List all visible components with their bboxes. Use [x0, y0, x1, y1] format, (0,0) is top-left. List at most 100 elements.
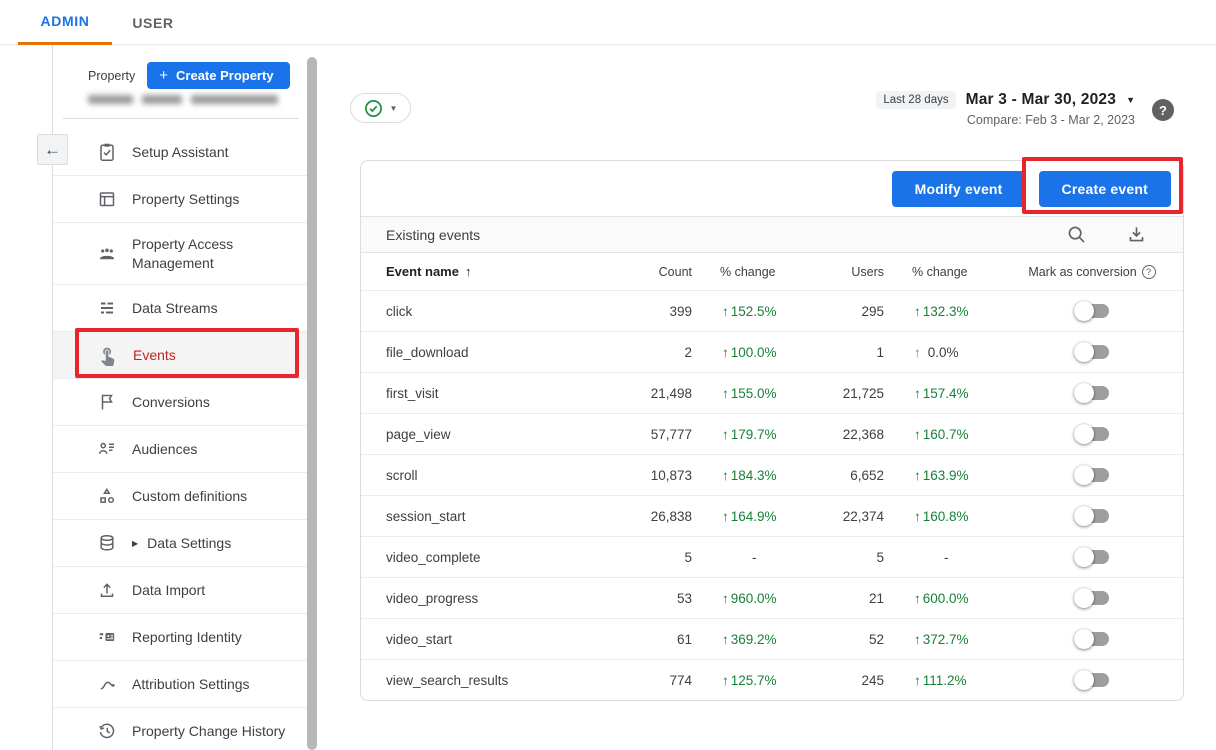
- table-row[interactable]: page_view 57,777 ↑179.7% 22,368 ↑160.7%: [361, 413, 1183, 454]
- table-row[interactable]: first_visit 21,498 ↑155.0% 21,725 ↑157.4…: [361, 372, 1183, 413]
- conversion-toggle[interactable]: [1074, 547, 1110, 567]
- up-arrow-icon: ↑: [914, 386, 921, 401]
- conversion-toggle[interactable]: [1074, 424, 1110, 444]
- collapse-panel-button[interactable]: ←: [37, 134, 68, 165]
- divider: [63, 118, 299, 119]
- event-name-cell: video_complete: [386, 550, 636, 565]
- sidebar-item-data-streams[interactable]: Data Streams: [53, 285, 307, 332]
- table-row[interactable]: video_progress 53 ↑960.0% 21 ↑600.0%: [361, 577, 1183, 618]
- count-change-cell: ↑960.0%: [692, 591, 826, 606]
- download-button[interactable]: [1126, 224, 1147, 245]
- sidebar-item-setup-assistant[interactable]: Setup Assistant: [53, 129, 307, 176]
- change-value: 157.4%: [923, 386, 969, 401]
- event-name-cell: first_visit: [386, 386, 636, 401]
- sidebar-item-audiences[interactable]: Audiences: [53, 426, 307, 473]
- sidebar-item-conversions[interactable]: Conversions: [53, 379, 307, 426]
- column-users[interactable]: Users: [826, 265, 884, 279]
- person-list-icon: [97, 439, 117, 459]
- change-value: 160.7%: [923, 427, 969, 442]
- conversion-cell: [1026, 383, 1158, 403]
- conversion-cell: [1026, 301, 1158, 321]
- question-mark: ?: [1146, 267, 1151, 277]
- help-button[interactable]: ?: [1152, 99, 1174, 121]
- count-cell: 10,873: [636, 468, 692, 483]
- conversion-toggle[interactable]: [1074, 465, 1110, 485]
- conversion-toggle[interactable]: [1074, 301, 1110, 321]
- clipboard-check-icon: [97, 142, 117, 162]
- conversion-toggle[interactable]: [1074, 670, 1110, 690]
- sidebar-item-property-settings[interactable]: Property Settings: [53, 176, 307, 223]
- conversion-toggle[interactable]: [1074, 342, 1110, 362]
- sidebar-item-attribution-settings[interactable]: Attribution Settings: [53, 661, 307, 708]
- sidebar-item-label: Audiences: [132, 440, 197, 458]
- column-event-name[interactable]: Event name ↑: [386, 264, 636, 279]
- table-row[interactable]: session_start 26,838 ↑164.9% 22,374 ↑160…: [361, 495, 1183, 536]
- ga-admin-page: ADMIN USER ← Property + Create Property …: [0, 0, 1216, 750]
- create-property-button[interactable]: + Create Property: [147, 62, 289, 89]
- property-name-blurred[interactable]: [88, 95, 278, 109]
- search-button[interactable]: [1066, 224, 1087, 245]
- plus-icon: +: [159, 67, 168, 84]
- sidebar-item-label: Property Settings: [132, 190, 239, 208]
- count-change-cell: ↑369.2%: [692, 632, 826, 647]
- tab-user[interactable]: USER: [116, 0, 190, 45]
- sidebar-item-reporting-identity[interactable]: Reporting Identity: [53, 614, 307, 661]
- users-cell: 22,374: [826, 509, 884, 524]
- sidebar-item-label: Data Streams: [132, 299, 218, 317]
- users-change-cell: -: [884, 550, 1026, 565]
- users-change-cell: ↑163.9%: [884, 468, 1026, 483]
- event-name-cell: video_progress: [386, 591, 636, 606]
- conversion-toggle[interactable]: [1074, 629, 1110, 649]
- count-cell: 399: [636, 304, 692, 319]
- event-name-cell: page_view: [386, 427, 636, 442]
- sidebar-item-data-settings[interactable]: ▶ Data Settings: [53, 520, 307, 567]
- table-row[interactable]: video_start 61 ↑369.2% 52 ↑372.7%: [361, 618, 1183, 659]
- sidebar-scrollbar[interactable]: [307, 57, 317, 750]
- sidebar-item-events[interactable]: Events: [53, 332, 307, 379]
- table-row[interactable]: file_download 2 ↑100.0% 1 ↑0.0%: [361, 331, 1183, 372]
- sidebar-item-label: Events: [133, 346, 176, 364]
- up-arrow-icon: ↑: [914, 632, 921, 647]
- sidebar-item-label: Data Import: [132, 581, 205, 599]
- events-toolbar: Modify event Create event: [361, 161, 1183, 216]
- sidebar-item-property-change-history[interactable]: Property Change History: [53, 708, 307, 750]
- download-icon: [1126, 224, 1147, 245]
- status-dropdown-button[interactable]: ▼: [350, 93, 411, 123]
- table-title-row: Existing events: [361, 216, 1183, 253]
- table-row[interactable]: click 399 ↑152.5% 295 ↑132.3%: [361, 290, 1183, 331]
- users-change-cell: ↑111.2%: [884, 673, 1026, 688]
- conversion-toggle[interactable]: [1074, 588, 1110, 608]
- table-row[interactable]: view_search_results 774 ↑125.7% 245 ↑111…: [361, 659, 1183, 700]
- sidebar-item-label: Property Change History: [132, 722, 285, 740]
- count-cell: 21,498: [636, 386, 692, 401]
- column-label: Event name: [386, 264, 459, 279]
- sidebar-item-custom-definitions[interactable]: Custom definitions: [53, 473, 307, 520]
- count-change-cell: ↑152.5%: [692, 304, 826, 319]
- sidebar-item-property-access-management[interactable]: Property Access Management: [53, 223, 307, 285]
- conversion-toggle[interactable]: [1074, 383, 1110, 403]
- count-change-cell: -: [692, 550, 826, 565]
- up-arrow-icon: ↑: [722, 304, 729, 319]
- up-arrow-icon: ↑: [914, 509, 921, 524]
- column-count[interactable]: Count: [636, 265, 692, 279]
- modify-event-button[interactable]: Modify event: [892, 171, 1026, 207]
- tab-admin[interactable]: ADMIN: [18, 0, 112, 45]
- conversion-toggle[interactable]: [1074, 506, 1110, 526]
- property-section-label: Property: [88, 69, 135, 83]
- date-range-selector[interactable]: Last 28 days Mar 3 - Mar 30, 2023 ▼: [876, 91, 1135, 109]
- conversion-cell: [1026, 342, 1158, 362]
- users-cell: 295: [826, 304, 884, 319]
- column-change-users: % change: [884, 265, 1026, 279]
- table-row[interactable]: video_complete 5 - 5 -: [361, 536, 1183, 577]
- up-arrow-icon: ↑: [722, 427, 729, 442]
- up-arrow-icon: ↑: [722, 673, 729, 688]
- events-card: Modify event Create event Existing event…: [360, 160, 1184, 701]
- users-cell: 5: [826, 550, 884, 565]
- help-tooltip-icon[interactable]: ?: [1142, 265, 1156, 279]
- table-row[interactable]: scroll 10,873 ↑184.3% 6,652 ↑163.9%: [361, 454, 1183, 495]
- sidebar-item-data-import[interactable]: Data Import: [53, 567, 307, 614]
- create-event-button[interactable]: Create event: [1039, 171, 1171, 207]
- upload-icon: [97, 580, 117, 600]
- event-name-cell: view_search_results: [386, 673, 636, 688]
- count-change-cell: ↑164.9%: [692, 509, 826, 524]
